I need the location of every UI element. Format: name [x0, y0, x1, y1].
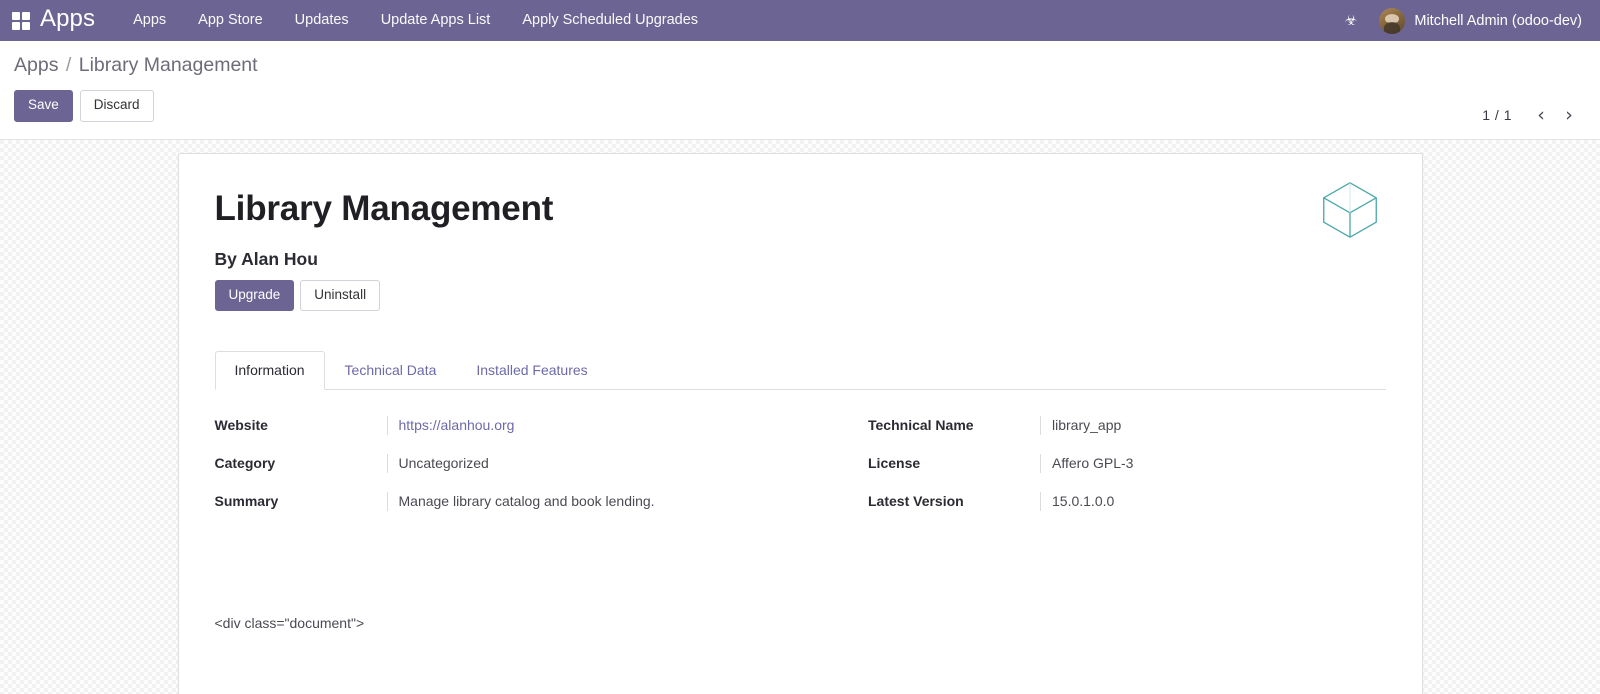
nav-item-updates[interactable]: Updates	[279, 0, 365, 41]
pager: 1 / 1 ‹ ›	[1482, 102, 1582, 128]
field-value-technical-name: library_app	[1040, 416, 1386, 436]
pager-previous-icon[interactable]: ‹	[1528, 102, 1554, 128]
field-label-technical-name: Technical Name	[868, 417, 974, 434]
tab-installed-features[interactable]: Installed Features	[456, 351, 607, 390]
field-value-summary: Manage library catalog and book lending.	[386, 492, 801, 512]
pager-count: 1 / 1	[1482, 107, 1512, 123]
navbar-menu: Apps App Store Updates Update Apps List …	[117, 0, 714, 41]
information-fields: Website https://alanhou.org Category Unc…	[215, 416, 1386, 530]
pager-next-icon[interactable]: ›	[1556, 102, 1582, 128]
breadcrumb-item-current: Library Management	[78, 54, 258, 76]
page-title: Library Management	[214, 189, 554, 228]
field-technical-name: Technical Name library_app	[868, 416, 1386, 436]
discard-button[interactable]: Discard	[79, 90, 154, 122]
uninstall-button[interactable]: Uninstall	[300, 280, 381, 312]
module-action-buttons: Upgrade Uninstall	[214, 280, 1386, 312]
notebook-tabs: Information Technical Data Installed Fea…	[214, 351, 1386, 391]
upgrade-button[interactable]: Upgrade	[214, 280, 295, 312]
avatar	[1379, 7, 1406, 34]
nav-item-apps[interactable]: Apps	[117, 0, 182, 41]
grid-cell	[12, 21, 20, 30]
grid-cell	[22, 11, 30, 20]
bug-icon[interactable]: ☣	[1323, 0, 1380, 41]
field-label-latest-version: Latest Version	[868, 493, 964, 510]
module-description: <div class="document"> </div>	[215, 572, 1386, 694]
module-author: By Alan Hou	[214, 249, 318, 270]
description-line-open: <div class="document">	[214, 614, 365, 631]
app-brand-name[interactable]: Apps	[40, 7, 95, 34]
field-latest-version: Latest Version 15.0.1.0.0	[868, 492, 1386, 512]
field-label-summary: Summary	[214, 493, 279, 510]
breadcrumb-item-apps[interactable]: Apps	[14, 54, 58, 76]
control-panel-buttons: Save Discard	[14, 90, 1586, 122]
nav-item-update-apps-list[interactable]: Update Apps List	[365, 0, 507, 41]
fields-column-left: Website https://alanhou.org Category Unc…	[215, 416, 801, 530]
field-value-latest-version: 15.0.1.0.0	[1040, 492, 1386, 512]
breadcrumb-separator: /	[65, 54, 72, 76]
field-value-website: https://alanhou.org	[386, 416, 801, 436]
fields-column-right: Technical Name library_app License Affer…	[800, 416, 1386, 530]
grid-cell	[22, 21, 30, 30]
top-navbar: Apps Apps App Store Updates Update Apps …	[0, 0, 1600, 41]
field-value-category: Uncategorized	[386, 454, 801, 474]
field-label-website: Website	[214, 417, 268, 434]
field-summary: Summary Manage library catalog and book …	[214, 492, 801, 512]
tab-information[interactable]: Information	[214, 351, 325, 391]
module-form-sheet: Library Management By Alan Hou Upgrade U…	[177, 153, 1423, 694]
field-license: License Affero GPL-3	[868, 454, 1386, 474]
breadcrumb: Apps / Library Management	[14, 54, 1586, 77]
field-value-license: Affero GPL-3	[1040, 454, 1386, 474]
navbar-right-group: ☣ Mitchell Admin (odoo-dev)	[1323, 0, 1586, 41]
field-website: Website https://alanhou.org	[214, 416, 801, 436]
cube-icon	[1322, 182, 1377, 238]
user-name-label: Mitchell Admin (odoo-dev)	[1414, 12, 1582, 29]
apps-grid-icon[interactable]	[12, 11, 30, 30]
grid-cell	[12, 11, 20, 20]
control-panel: Apps / Library Management Save Discard 1…	[0, 41, 1600, 140]
tab-technical-data[interactable]: Technical Data	[325, 351, 457, 390]
user-menu[interactable]: Mitchell Admin (odoo-dev)	[1379, 7, 1586, 34]
save-button[interactable]: Save	[14, 90, 73, 122]
website-link[interactable]: https://alanhou.org	[399, 417, 515, 433]
field-label-license: License	[868, 455, 921, 472]
sheet-background: Library Management By Alan Hou Upgrade U…	[0, 140, 1600, 694]
field-label-category: Category	[214, 455, 276, 472]
nav-item-app-store[interactable]: App Store	[182, 0, 279, 41]
nav-item-apply-scheduled-upgrades[interactable]: Apply Scheduled Upgrades	[506, 0, 714, 41]
field-category: Category Uncategorized	[214, 454, 801, 474]
